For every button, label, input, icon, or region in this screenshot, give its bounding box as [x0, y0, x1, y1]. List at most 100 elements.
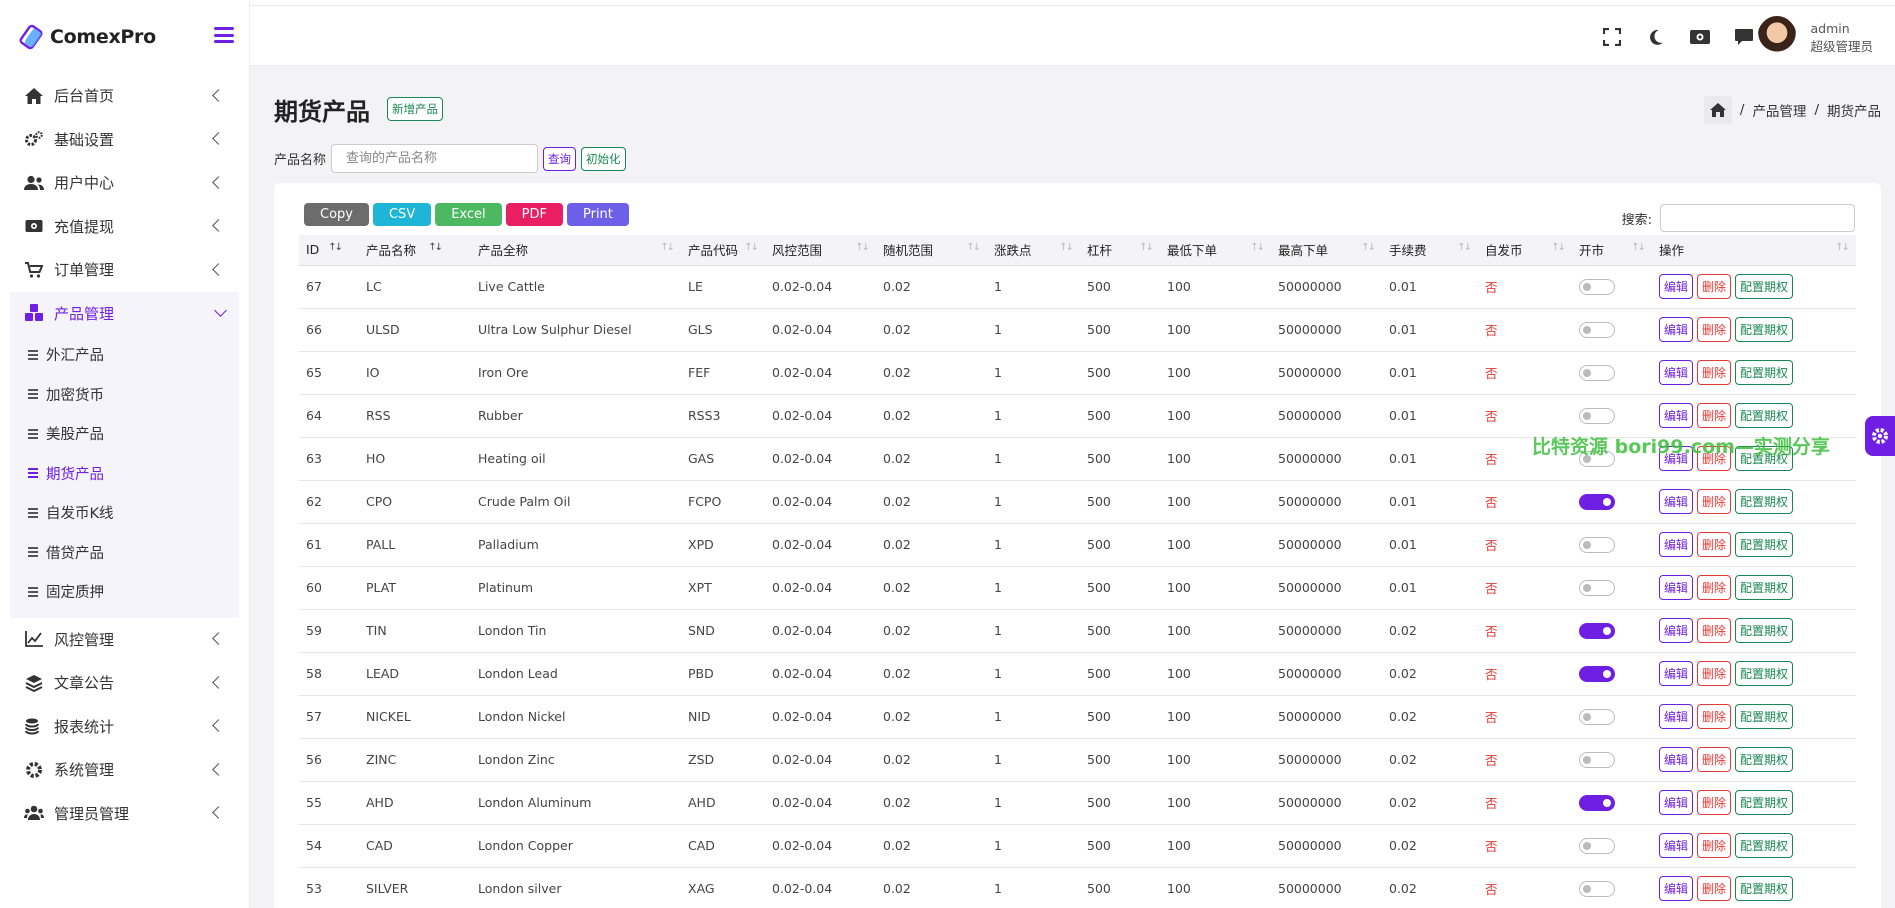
open-market-toggle[interactable] [1579, 278, 1615, 295]
delete-button[interactable]: 删除 [1697, 274, 1732, 299]
menu-toggle-icon[interactable] [214, 27, 234, 43]
config-options-button[interactable]: 配置期权 [1735, 575, 1794, 600]
export-button[interactable]: Print [566, 203, 629, 226]
query-button[interactable]: 查询 [543, 146, 577, 171]
open-market-toggle[interactable] [1579, 536, 1615, 553]
config-options-button[interactable]: 配置期权 [1735, 532, 1794, 557]
open-market-toggle[interactable] [1579, 493, 1615, 510]
export-button[interactable]: Copy [304, 203, 369, 226]
fullscreen-icon[interactable] [1601, 26, 1623, 48]
edit-button[interactable]: 编辑 [1659, 274, 1694, 299]
sidebar-item[interactable]: 产品管理 [10, 291, 239, 335]
settings-gear-icon[interactable] [1865, 416, 1895, 456]
money-icon[interactable] [1689, 26, 1711, 48]
config-options-button[interactable]: 配置期权 [1735, 489, 1794, 514]
delete-button[interactable]: 删除 [1697, 403, 1732, 428]
edit-button[interactable]: 编辑 [1659, 317, 1694, 342]
column-header[interactable]: 最低下单 ↑↓ [1160, 235, 1271, 266]
open-market-toggle[interactable] [1579, 837, 1615, 854]
edit-button[interactable]: 编辑 [1659, 532, 1694, 557]
delete-button[interactable]: 删除 [1697, 532, 1732, 557]
delete-button[interactable]: 删除 [1697, 317, 1732, 342]
config-options-button[interactable]: 配置期权 [1735, 618, 1794, 643]
column-header[interactable]: 操作 ↑↓ [1652, 235, 1856, 266]
delete-button[interactable]: 删除 [1697, 790, 1732, 815]
config-options-button[interactable]: 配置期权 [1735, 274, 1794, 299]
open-market-toggle[interactable] [1579, 708, 1615, 725]
sidebar-subitem[interactable]: 借贷产品 [10, 533, 239, 573]
open-market-toggle[interactable] [1579, 622, 1615, 639]
column-header[interactable]: 杠杆 ↑↓ [1080, 235, 1160, 266]
edit-button[interactable]: 编辑 [1659, 618, 1694, 643]
reset-button[interactable]: 初始化 [581, 146, 626, 171]
open-market-toggle[interactable] [1579, 794, 1615, 811]
open-market-toggle[interactable] [1579, 579, 1615, 596]
column-header[interactable]: 最高下单 ↑↓ [1271, 235, 1382, 266]
column-header[interactable]: 自发币 ↑↓ [1478, 235, 1572, 266]
sidebar-subitem[interactable]: 自发币K线 [10, 493, 239, 533]
edit-button[interactable]: 编辑 [1659, 489, 1694, 514]
export-button[interactable]: CSV [372, 203, 432, 226]
moon-icon[interactable] [1645, 26, 1667, 48]
delete-button[interactable]: 删除 [1697, 575, 1732, 600]
delete-button[interactable]: 删除 [1697, 747, 1732, 772]
config-options-button[interactable]: 配置期权 [1735, 747, 1794, 772]
column-header[interactable]: 涨跌点 ↑↓ [987, 235, 1080, 266]
config-options-button[interactable]: 配置期权 [1735, 833, 1794, 858]
sidebar-subitem[interactable]: 固定质押 [10, 572, 239, 612]
search-input[interactable] [1660, 204, 1855, 232]
delete-button[interactable]: 删除 [1697, 704, 1732, 729]
delete-button[interactable]: 删除 [1697, 833, 1732, 858]
sidebar-item[interactable]: 后台首页 [0, 74, 249, 118]
sidebar-item[interactable]: 系统管理 [0, 748, 249, 792]
edit-button[interactable]: 编辑 [1659, 575, 1694, 600]
sidebar-item[interactable]: 报表统计 [0, 705, 249, 749]
config-options-button[interactable]: 配置期权 [1735, 403, 1794, 428]
sidebar-subitem[interactable]: 外汇产品 [10, 335, 239, 375]
export-button[interactable]: PDF [505, 203, 563, 226]
config-options-button[interactable]: 配置期权 [1735, 876, 1794, 901]
sidebar-item[interactable]: 风控管理 [0, 618, 249, 662]
export-button[interactable]: Excel [435, 203, 502, 226]
config-options-button[interactable]: 配置期权 [1735, 704, 1794, 729]
edit-button[interactable]: 编辑 [1659, 704, 1694, 729]
avatar[interactable] [1757, 16, 1797, 60]
edit-button[interactable]: 编辑 [1659, 876, 1694, 901]
chat-icon[interactable] [1733, 26, 1755, 48]
config-options-button[interactable]: 配置期权 [1735, 790, 1794, 815]
open-market-toggle[interactable] [1579, 407, 1615, 424]
config-options-button[interactable]: 配置期权 [1735, 360, 1794, 385]
open-market-toggle[interactable] [1579, 751, 1615, 768]
open-market-toggle[interactable] [1579, 321, 1615, 338]
column-header[interactable]: 随机范围 ↑↓ [876, 235, 987, 266]
column-header[interactable]: ID ↑↓ [299, 235, 359, 266]
config-options-button[interactable]: 配置期权 [1735, 661, 1794, 686]
column-header[interactable]: 产品名称 ↑↓ [359, 235, 471, 266]
delete-button[interactable]: 删除 [1697, 489, 1732, 514]
add-product-button[interactable]: 新增产品 [387, 97, 443, 121]
open-market-toggle[interactable] [1579, 665, 1615, 682]
sidebar-item[interactable]: 文章公告 [0, 661, 249, 705]
edit-button[interactable]: 编辑 [1659, 833, 1694, 858]
delete-button[interactable]: 删除 [1697, 661, 1732, 686]
sidebar-subitem[interactable]: 美股产品 [10, 414, 239, 454]
sidebar-item[interactable]: 基础设置 [0, 118, 249, 162]
delete-button[interactable]: 删除 [1697, 618, 1732, 643]
edit-button[interactable]: 编辑 [1659, 360, 1694, 385]
sidebar-item[interactable]: 充值提现 [0, 205, 249, 249]
edit-button[interactable]: 编辑 [1659, 661, 1694, 686]
column-header[interactable]: 开市 ↑↓ [1572, 235, 1652, 266]
column-header[interactable]: 风控范围 ↑↓ [765, 235, 876, 266]
column-header[interactable]: 产品代码 ↑↓ [681, 235, 765, 266]
sidebar-subitem[interactable]: 期货产品 [10, 454, 239, 494]
edit-button[interactable]: 编辑 [1659, 403, 1694, 428]
column-header[interactable]: 手续费 ↑↓ [1382, 235, 1478, 266]
delete-button[interactable]: 删除 [1697, 360, 1732, 385]
sidebar-item[interactable]: 用户中心 [0, 161, 249, 205]
edit-button[interactable]: 编辑 [1659, 747, 1694, 772]
sidebar-item[interactable]: 管理员管理 [0, 792, 249, 836]
open-market-toggle[interactable] [1579, 880, 1615, 897]
edit-button[interactable]: 编辑 [1659, 790, 1694, 815]
config-options-button[interactable]: 配置期权 [1735, 317, 1794, 342]
sidebar-item[interactable]: 订单管理 [0, 248, 249, 292]
